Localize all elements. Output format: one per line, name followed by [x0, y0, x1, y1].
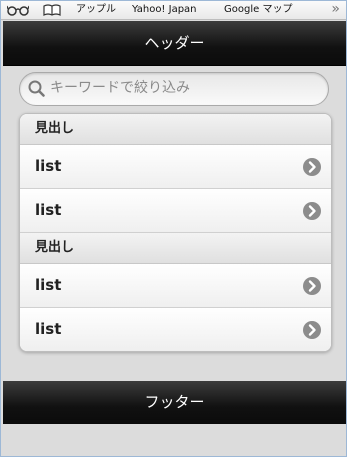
search-input[interactable]: [50, 77, 320, 99]
footer-title: フッター: [144, 393, 205, 411]
list-view: 見出し list list 見出し list list: [19, 113, 332, 352]
list-divider: 見出し: [20, 114, 331, 145]
more-bookmarks-chevron-icon[interactable]: »: [331, 1, 340, 17]
page-header: ヘッダー: [3, 21, 346, 66]
list-item[interactable]: list: [20, 145, 331, 189]
reading-glasses-icon[interactable]: [7, 4, 29, 16]
bookmark-google-maps[interactable]: Google マップ: [224, 3, 292, 17]
arrow-right-icon: [303, 321, 321, 339]
list-item[interactable]: list: [20, 308, 331, 351]
list-item[interactable]: list: [20, 189, 331, 233]
list-item[interactable]: list: [20, 264, 331, 308]
browser-viewport: アップル Yahoo! Japan Google マップ » ヘッダー 見出し …: [0, 0, 347, 457]
list-item-label: list: [35, 320, 62, 338]
list-item-label: list: [35, 276, 62, 294]
arrow-right-icon: [303, 202, 321, 220]
list-item-label: list: [35, 157, 62, 175]
bookmarks-bar: アップル Yahoo! Japan Google マップ »: [1, 1, 346, 20]
open-book-icon[interactable]: [43, 4, 61, 16]
search-icon: [28, 80, 45, 97]
page-bottom-area: [3, 424, 346, 456]
page-footer: フッター: [3, 381, 346, 424]
list-item-label: list: [35, 201, 62, 219]
main-content: 見出し list list 見出し list: [3, 66, 346, 380]
arrow-right-icon: [303, 277, 321, 295]
bookmark-apple[interactable]: アップル: [76, 3, 116, 17]
header-title: ヘッダー: [144, 34, 205, 52]
list-divider: 見出し: [20, 233, 331, 264]
bookmark-yahoo-japan[interactable]: Yahoo! Japan: [132, 3, 197, 17]
search-field[interactable]: [19, 72, 329, 106]
arrow-right-icon: [303, 158, 321, 176]
